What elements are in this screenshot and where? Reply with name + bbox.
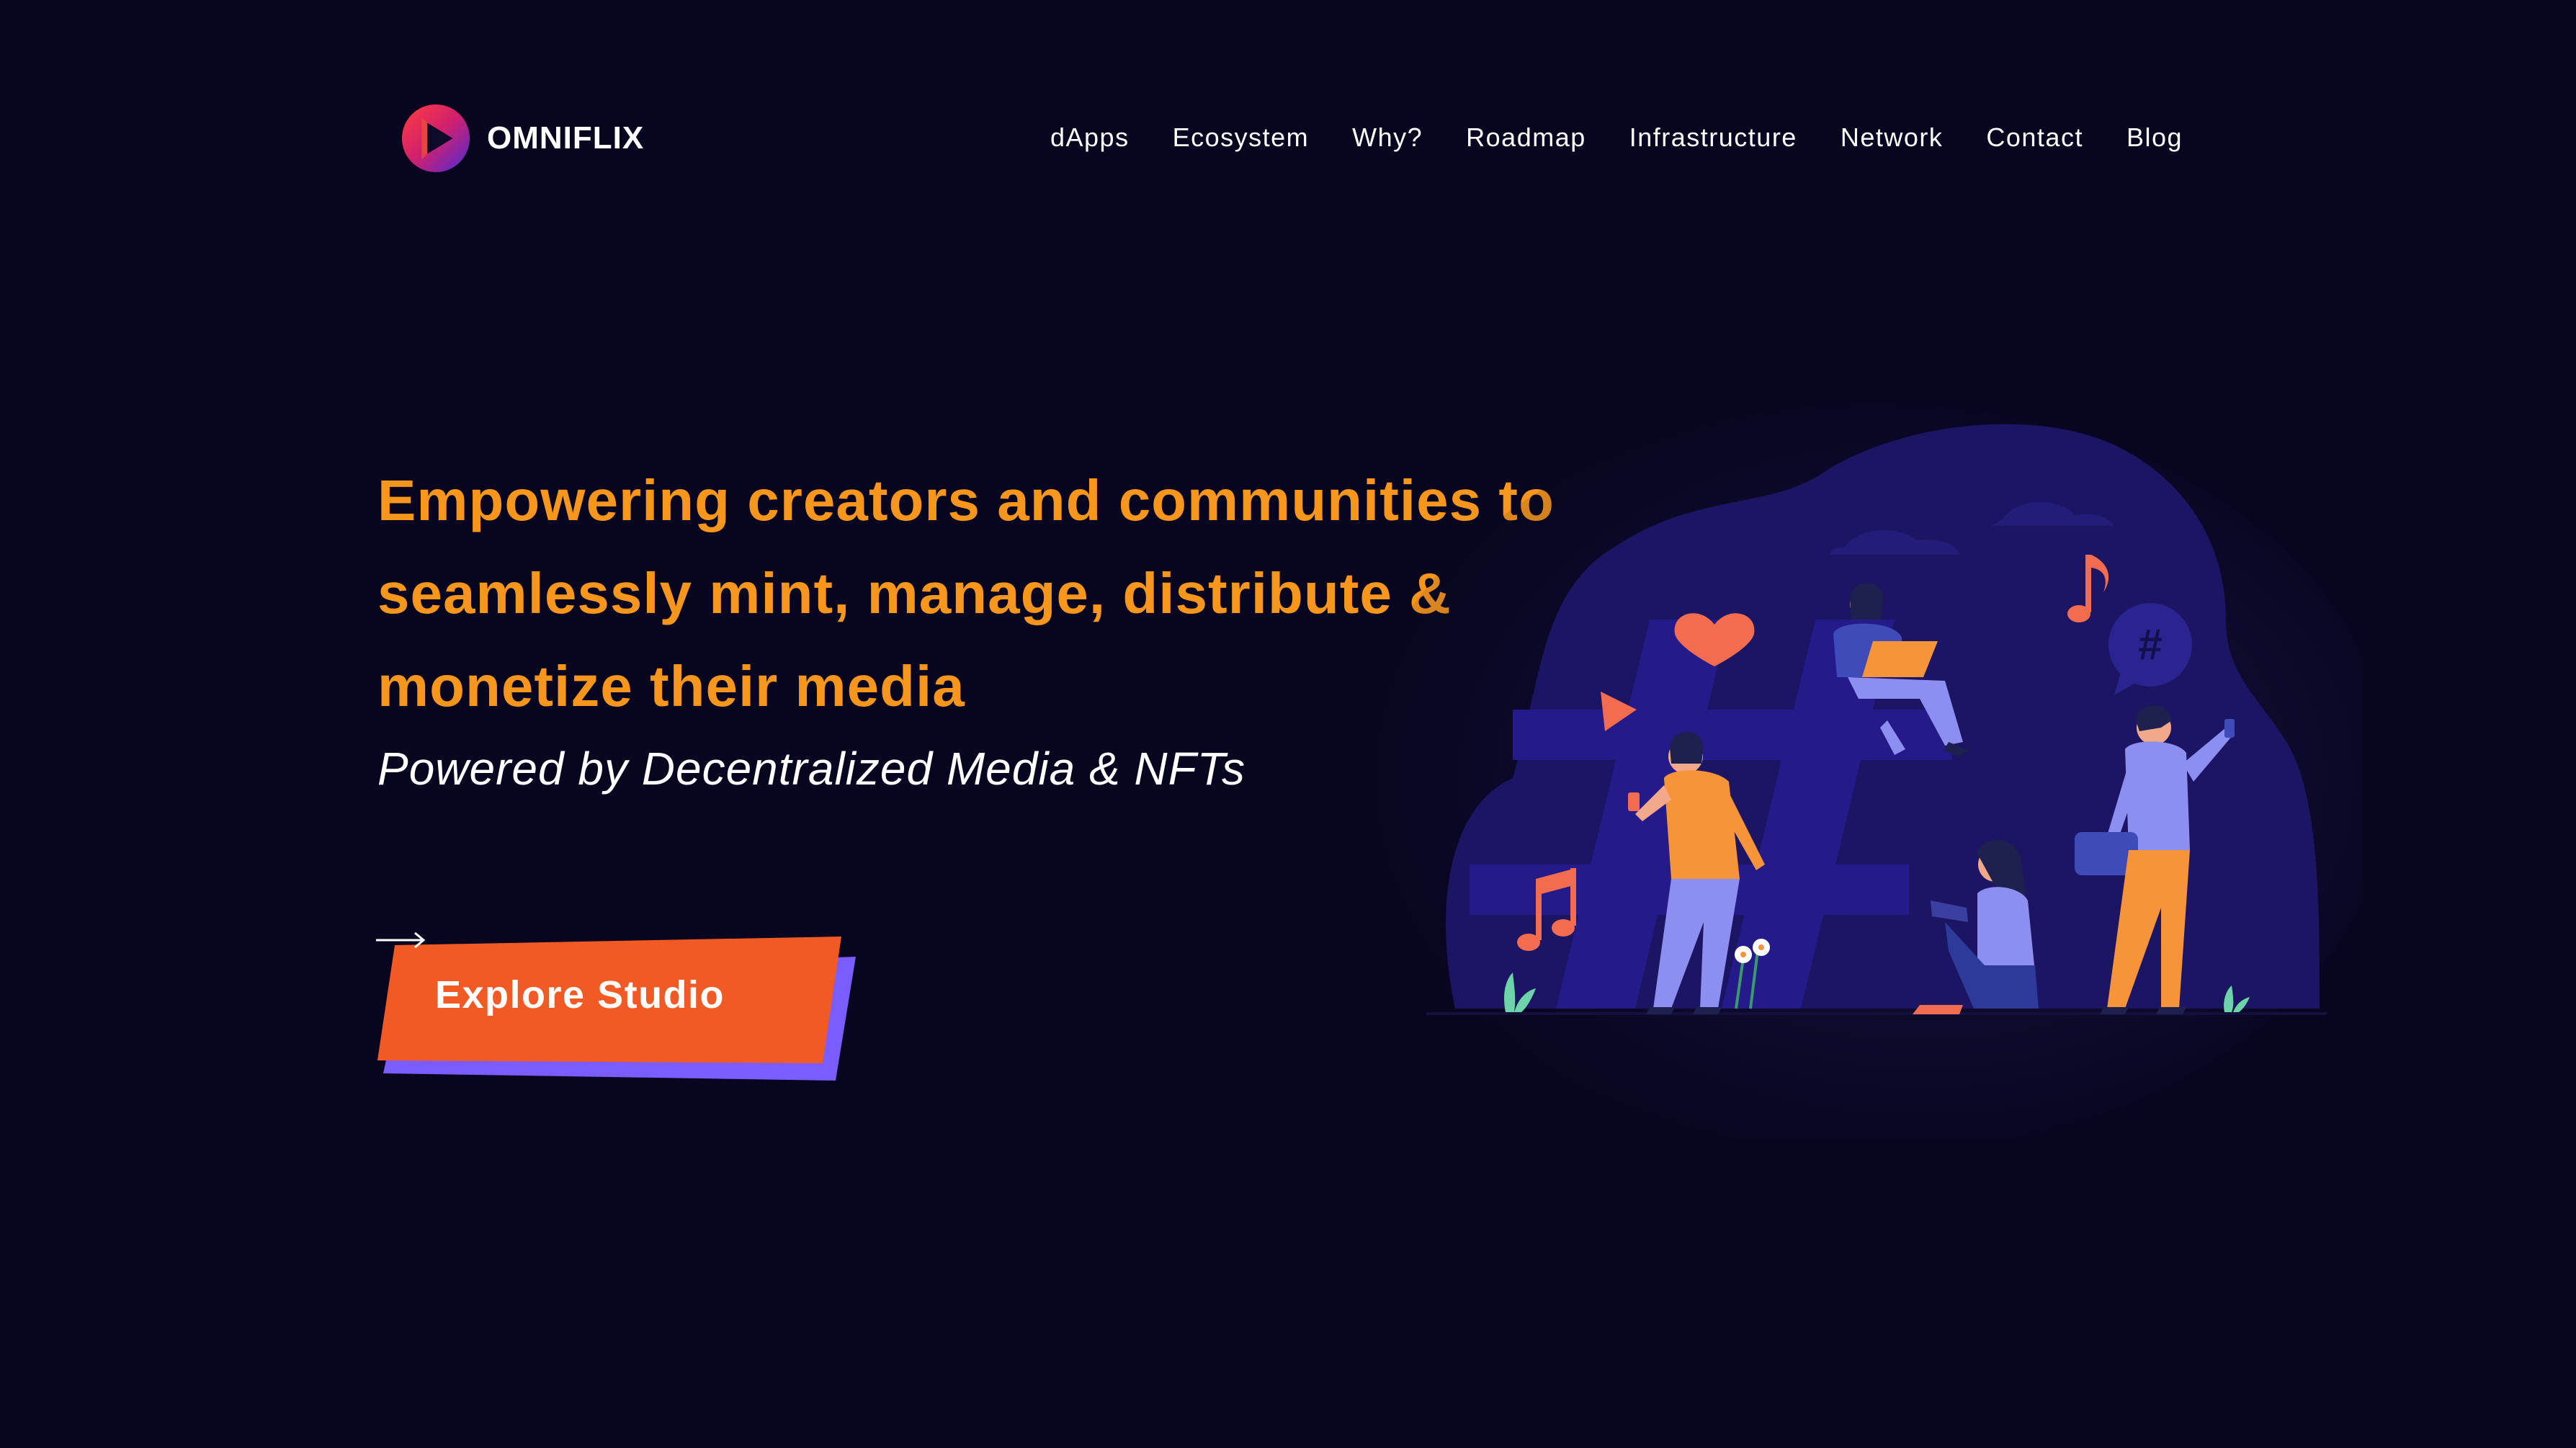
explore-studio-button[interactable]: Explore Studio	[375, 929, 864, 1088]
nav-item-dapps[interactable]: dApps	[1050, 122, 1130, 153]
nav-item-network[interactable]: Network	[1841, 122, 1944, 153]
brand-logo[interactable]: OMNIFLIX	[401, 102, 644, 174]
community-illustration: #	[1354, 403, 2363, 1138]
nav-item-blog[interactable]: Blog	[2126, 122, 2183, 153]
nav-item-roadmap[interactable]: Roadmap	[1466, 122, 1586, 153]
play-triangle-icon	[401, 104, 470, 173]
landing-page: OMNIFLIX dApps Ecosystem Why? Roadmap In…	[0, 0, 2576, 1448]
ground-line	[1426, 1012, 2327, 1015]
svg-text:#: #	[2138, 620, 2162, 669]
main-nav: dApps Ecosystem Why? Roadmap Infrastruct…	[1050, 115, 2183, 160]
hero-subhead: Powered by Decentralized Media & NFTs	[377, 743, 1245, 795]
cta-label: Explore Studio	[435, 973, 725, 1016]
nav-item-why[interactable]: Why?	[1352, 122, 1423, 153]
hero-illustration: #	[1325, 403, 2363, 1138]
nav-item-infrastructure[interactable]: Infrastructure	[1629, 122, 1797, 153]
arrow-right-icon	[376, 931, 426, 949]
brand-name: OMNIFLIX	[487, 120, 645, 156]
nav-item-contact[interactable]: Contact	[1986, 122, 2083, 153]
nav-item-ecosystem[interactable]: Ecosystem	[1173, 122, 1310, 153]
